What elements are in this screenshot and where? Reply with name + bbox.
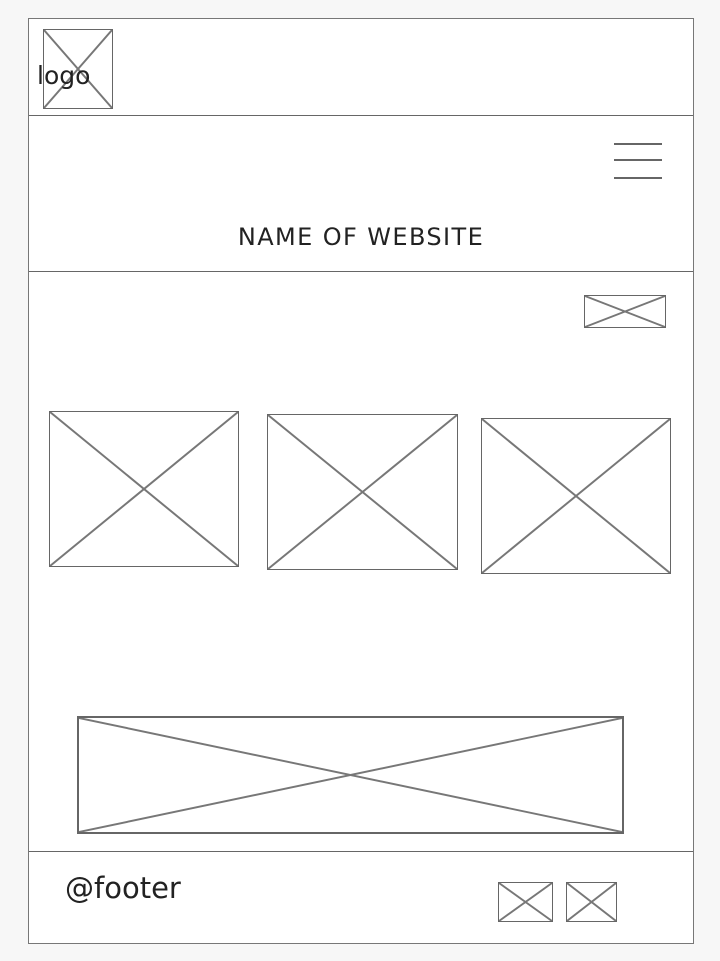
- hamburger-menu-icon[interactable]: [614, 139, 662, 181]
- site-title: NAME OF WEBSITE: [237, 223, 485, 251]
- image-placeholder-icon: [50, 412, 238, 566]
- banner-image[interactable]: [77, 716, 624, 834]
- wireframe-page: logo NAME OF WEBSITE @footer: [28, 18, 694, 944]
- image-placeholder-icon: [268, 415, 457, 569]
- header-divider: [29, 115, 693, 116]
- footer-image-1[interactable]: [498, 882, 553, 922]
- footer-divider: [29, 851, 693, 852]
- nav-divider: [29, 271, 693, 272]
- image-placeholder-icon: [585, 296, 665, 327]
- image-placeholder-icon: [499, 883, 552, 921]
- image-placeholder-icon: [482, 419, 670, 573]
- logo-label: logo: [37, 61, 91, 90]
- footer-text: @footer: [65, 871, 181, 905]
- gallery-image-2[interactable]: [267, 414, 458, 570]
- gallery-image-1[interactable]: [49, 411, 239, 567]
- image-placeholder-icon: [79, 718, 622, 832]
- gallery-image-3[interactable]: [481, 418, 671, 574]
- footer-image-2[interactable]: [566, 882, 617, 922]
- top-right-image[interactable]: [584, 295, 666, 328]
- image-placeholder-icon: [567, 883, 616, 921]
